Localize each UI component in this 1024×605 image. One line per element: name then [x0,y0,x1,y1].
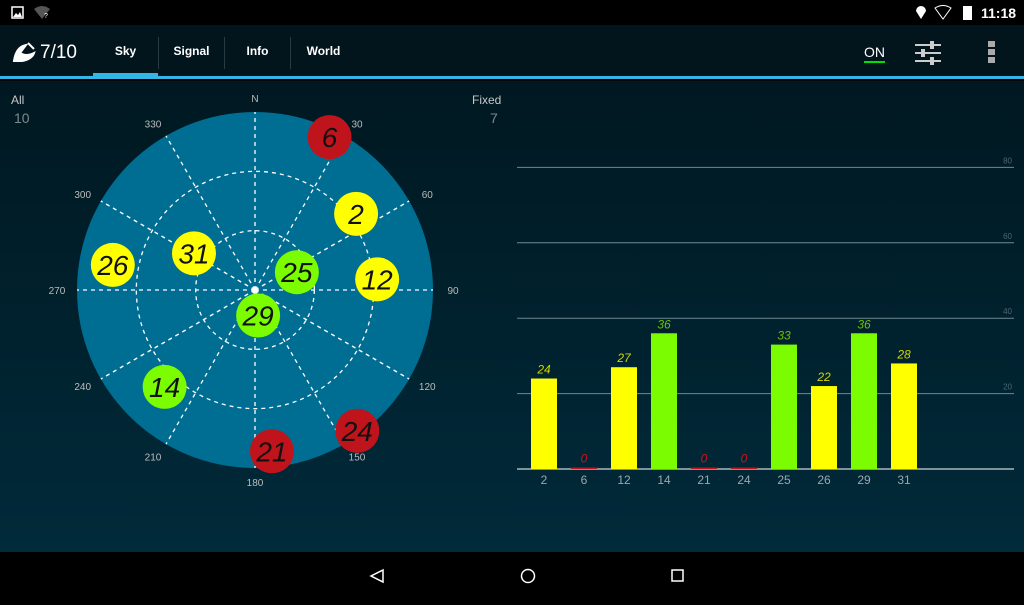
bar-value-label: 0 [701,452,708,466]
x-tick-label: 14 [657,473,671,487]
bar-value-label: 28 [896,347,911,361]
active-tab-indicator [93,73,158,77]
azimuth-label: 300 [74,190,91,201]
signal-bar [571,467,597,469]
satellite-dish-icon [12,42,36,62]
x-tick-label: 6 [581,473,588,487]
north-label: N [251,94,258,105]
tab-label: World [306,43,341,58]
battery-icon [963,6,972,20]
satellite-prn: 29 [242,301,274,332]
tab-sky[interactable]: Sky [93,25,158,76]
bar-value-label: 27 [616,351,632,365]
satellite-prn: 25 [280,257,313,288]
clock: 11:18 [981,5,1017,21]
image-icon [11,6,24,19]
satellite-29: 29 [236,293,281,338]
tab-label: Sky [114,43,137,58]
sky-view: All 10 Fixed 7 N 30 60 90 120 150 180 210 240 270… [0,81,1024,552]
x-tick-label: 29 [857,473,871,487]
x-tick-label: 2 [541,473,548,487]
satellite-24: 24 [335,408,380,453]
x-tick-label: 26 [817,473,831,487]
azimuth-label: 270 [49,286,66,297]
satellite-prn: 21 [255,436,287,467]
y-tick-label: 40 [1003,307,1012,316]
azimuth-label: 180 [247,478,264,489]
bar-value-label: 33 [777,329,791,343]
azimuth-label: 210 [145,452,162,463]
y-tick-label: 20 [1003,383,1012,392]
app-bar: 7/10 Sky Signal Info World ON [0,25,1024,79]
wifi-icon [934,5,952,20]
tab-signal[interactable]: Signal [159,25,224,76]
satellite-2: 2 [334,191,379,236]
bar-value-label: 22 [816,370,831,384]
azimuth-label: 90 [447,286,459,297]
signal-bar [691,467,717,469]
satellite-prn: 26 [96,250,129,281]
signal-bar [851,333,877,469]
location-icon [916,6,926,19]
sky-plot: N306090120150180210240270300330 621225293… [49,94,459,489]
azimuth-label: 240 [74,382,91,393]
bar-value-label: 0 [581,452,588,466]
satellite-prn: 6 [322,122,338,153]
status-bar: ? 11:18 [0,0,1024,25]
x-tick-label: 31 [897,473,911,487]
satellite-31: 31 [171,231,216,276]
satellite-6: 6 [307,115,352,160]
satellite-prn: 24 [341,416,373,447]
azimuth-label: 30 [351,120,363,131]
azimuth-label: 120 [419,382,436,393]
satellite-prn: 2 [347,199,364,230]
signal-bar [651,333,677,469]
signal-bar [611,367,637,469]
signal-bar [731,467,757,469]
signal-bar [531,378,557,469]
signal-bar [771,344,797,469]
satellite-count: 7/10 [40,42,77,63]
y-tick-label: 60 [1003,232,1012,241]
azimuth-label: 60 [422,190,434,201]
signal-bar [811,386,837,469]
sliders-icon[interactable] [914,40,942,66]
x-tick-label: 24 [737,473,751,487]
tab-label: Info [246,43,269,58]
tab-label: Signal [173,43,210,58]
x-tick-label: 25 [777,473,791,487]
bar-value-label: 36 [657,317,671,331]
overflow-menu-icon[interactable] [988,41,996,65]
satellite-prn: 14 [149,372,180,403]
x-tick-label: 12 [617,473,631,487]
back-icon[interactable] [369,568,384,584]
home-icon[interactable] [520,568,536,584]
satellite-21: 21 [249,429,294,474]
svg-text:?: ? [44,13,48,20]
satellite-26: 26 [90,242,135,287]
satellite-prn: 12 [362,264,394,295]
navigation-bar [0,552,1024,600]
bar-value-label: 36 [857,317,871,331]
azimuth-label: 150 [349,452,366,463]
satellite-25: 25 [274,250,319,295]
bar-value-label: 24 [536,363,551,377]
x-tick-label: 21 [697,473,711,487]
bar-value-label: 0 [741,452,748,466]
y-tick-label: 80 [1003,156,1012,165]
tab-info[interactable]: Info [225,25,290,76]
signal-bar-chart: 2040608024206271236140210243325222636292… [517,156,1014,487]
satellite-prn: 31 [178,238,209,269]
azimuth-label: 330 [145,120,162,131]
recents-icon[interactable] [671,569,684,582]
satellite-14: 14 [142,364,187,409]
signal-bar [891,363,917,469]
center-dot [251,286,259,294]
tab-world[interactable]: World [291,25,356,76]
satellite-12: 12 [355,257,400,302]
gps-toggle-button[interactable]: ON [864,44,885,63]
